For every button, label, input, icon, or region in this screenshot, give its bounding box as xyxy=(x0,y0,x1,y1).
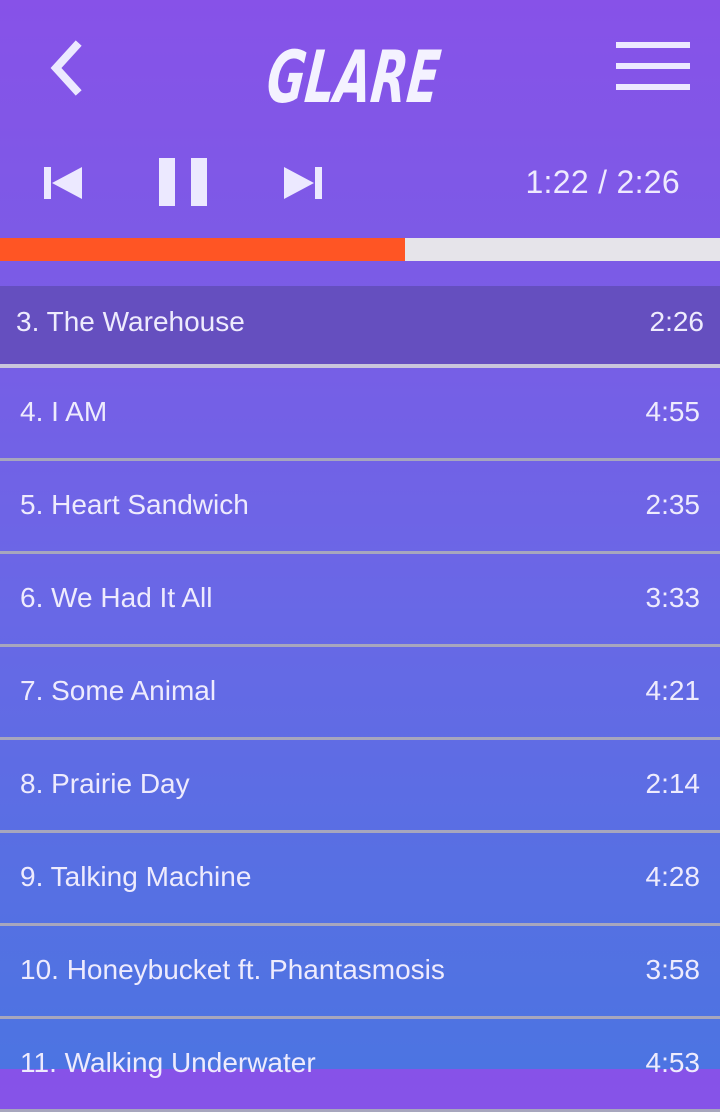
track-duration: 3:58 xyxy=(645,954,701,985)
playback-controls: 1:22 / 2:26 xyxy=(0,150,720,214)
pause-icon xyxy=(159,158,207,206)
track-title: 10. Honeybucket ft. Phantasmosis xyxy=(20,954,445,985)
track-row-current[interactable]: 3. The Warehouse 2:26 xyxy=(0,286,720,368)
track-title: 8. Prairie Day xyxy=(20,768,190,799)
hamburger-menu-icon xyxy=(616,42,690,90)
chevron-left-icon xyxy=(50,40,82,96)
playback-time: 1:22 / 2:26 xyxy=(525,164,680,200)
track-duration: 2:26 xyxy=(649,306,705,337)
track-row[interactable]: 8. Prairie Day 2:14 xyxy=(0,740,720,833)
track-duration: 4:55 xyxy=(645,396,701,427)
track-duration: 4:28 xyxy=(645,861,701,892)
back-button[interactable] xyxy=(42,38,92,98)
menu-button[interactable] xyxy=(614,40,692,92)
track-row[interactable]: 9. Talking Machine 4:28 xyxy=(0,833,720,926)
track-title: 11. Walking Underwater xyxy=(20,1047,316,1078)
track-duration: 4:53 xyxy=(645,1047,701,1078)
track-duration: 2:14 xyxy=(645,768,701,799)
track-title: 7. Some Animal xyxy=(20,675,217,706)
previous-track-button[interactable] xyxy=(42,163,84,203)
track-row[interactable]: 4. I AM 4:55 xyxy=(0,368,720,461)
app-logo: GLARE xyxy=(263,16,452,120)
track-title: 9. Talking Machine xyxy=(20,861,252,892)
skip-next-icon xyxy=(284,167,322,199)
track-row[interactable]: 10. Honeybucket ft. Phantasmosis 3:58 xyxy=(0,926,720,1019)
track-title: 3. The Warehouse xyxy=(16,306,245,337)
skip-previous-icon xyxy=(44,167,82,199)
pause-button[interactable] xyxy=(158,156,210,208)
progress-bar[interactable] xyxy=(0,238,720,261)
next-track-button[interactable] xyxy=(282,163,324,203)
progress-fill xyxy=(0,238,405,261)
track-row[interactable]: 6. We Had It All 3:33 xyxy=(0,554,720,647)
track-title: 6. We Had It All xyxy=(20,582,213,613)
track-row[interactable]: 11. Walking Underwater 4:53 xyxy=(0,1019,720,1112)
track-row[interactable]: 5. Heart Sandwich 2:35 xyxy=(0,461,720,554)
track-duration: 3:33 xyxy=(645,582,701,613)
logo-text: GLARE xyxy=(263,36,444,120)
track-list: 3. The Warehouse 2:26 4. I AM 4:55 5. Heart … xyxy=(0,286,720,1112)
track-title: 5. Heart Sandwich xyxy=(20,489,249,520)
track-title: 4. I AM xyxy=(20,396,108,427)
track-duration: 4:21 xyxy=(645,675,701,706)
app-header: GLARE xyxy=(0,0,720,140)
track-row[interactable]: 7. Some Animal 4:21 xyxy=(0,647,720,740)
track-duration: 2:35 xyxy=(645,489,701,520)
